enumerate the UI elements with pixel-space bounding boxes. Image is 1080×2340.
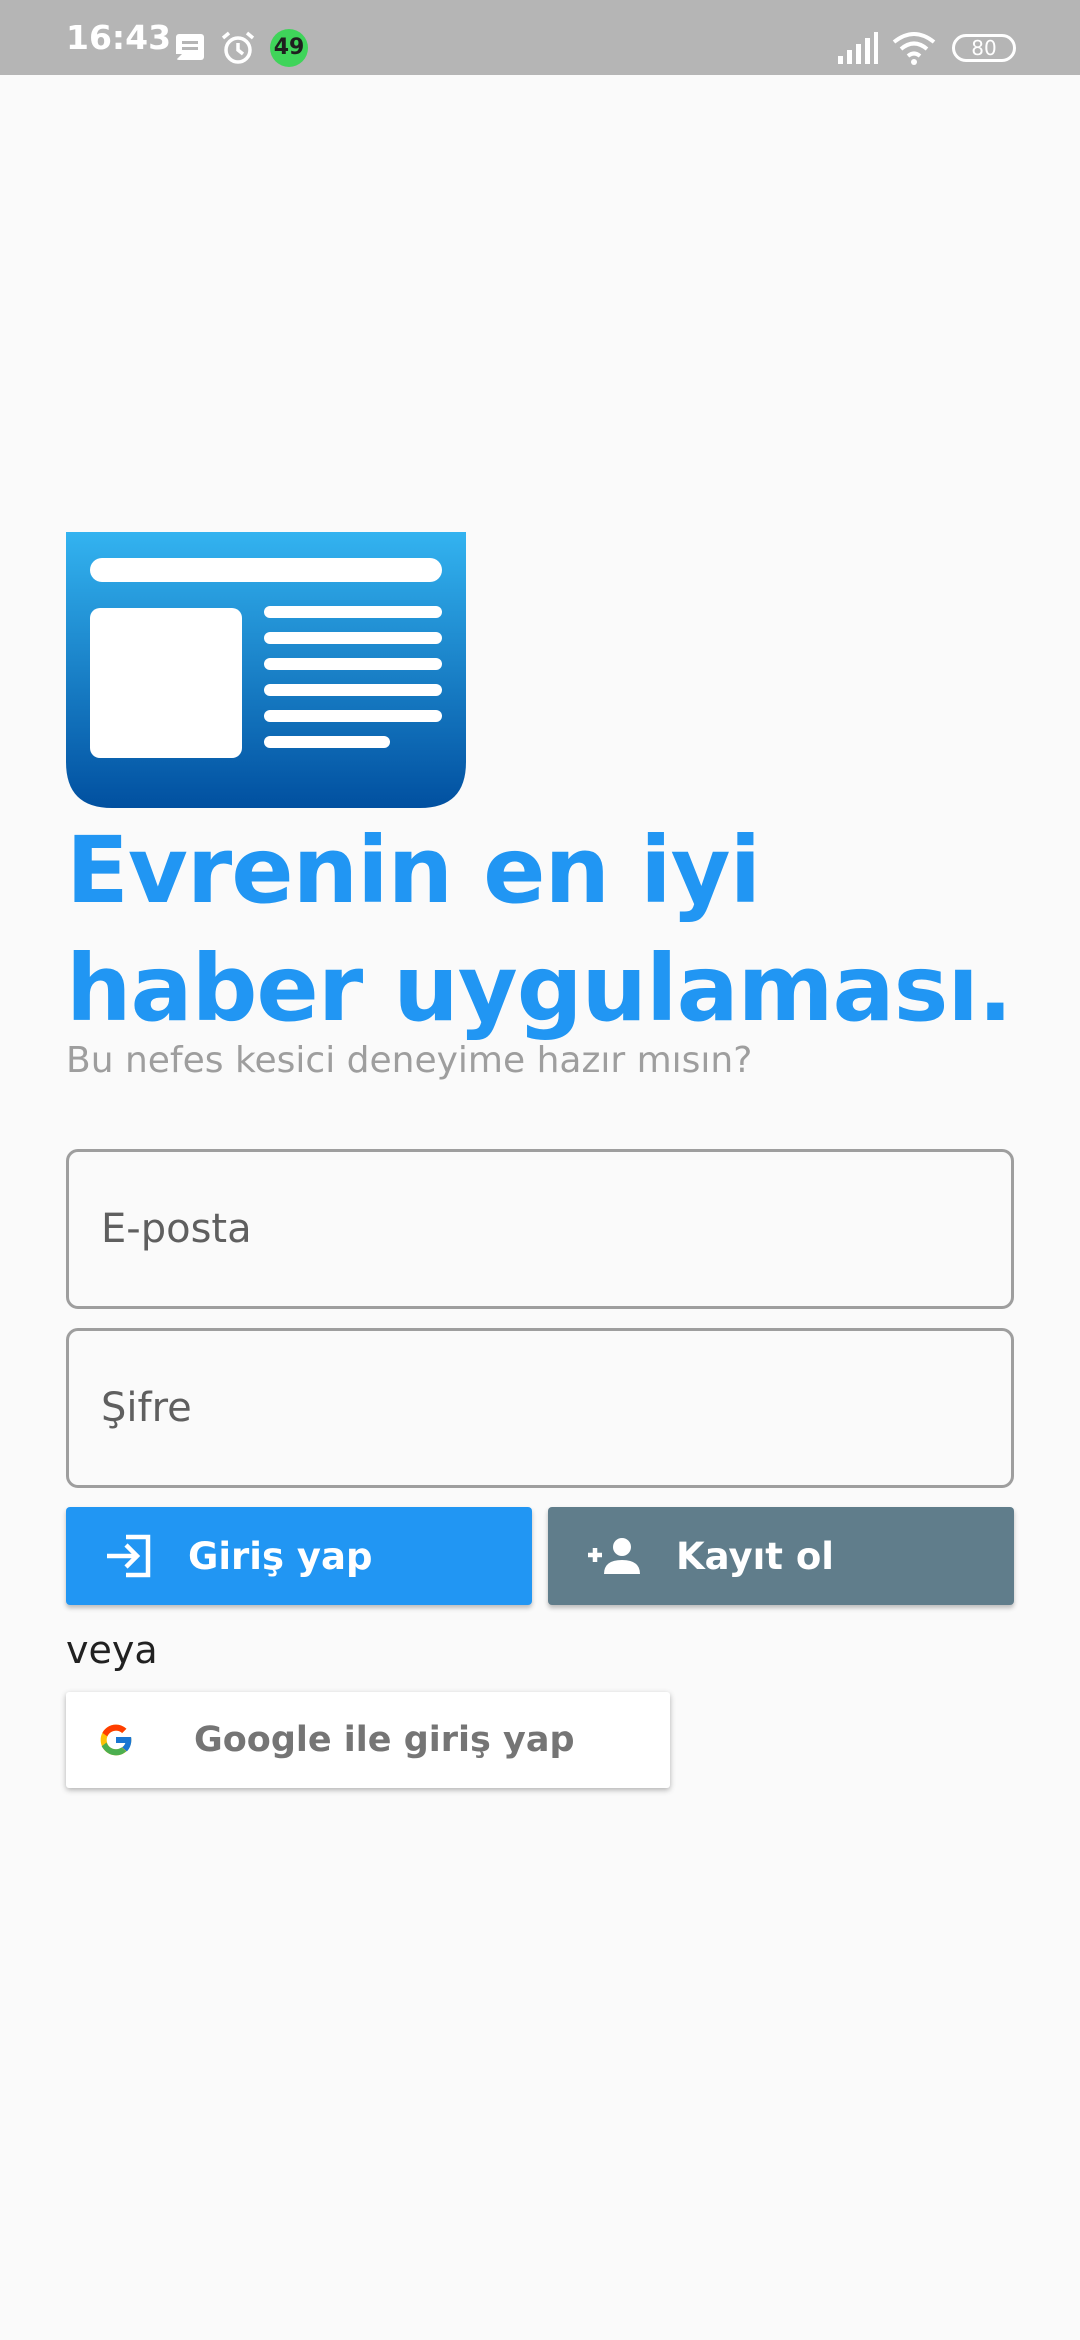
password-field[interactable]: Şifre: [66, 1328, 1014, 1488]
register-button[interactable]: Kayıt ol: [548, 1507, 1014, 1605]
notification-badge: 49: [270, 29, 308, 67]
status-bar: 16:43 49 80: [0, 0, 1080, 75]
login-button[interactable]: Giriş yap: [66, 1507, 532, 1605]
subtitle: Bu nefes kesici deneyime hazır mısın?: [66, 1040, 753, 1081]
status-time: 16:43: [66, 18, 172, 57]
wifi-icon: [892, 30, 936, 71]
register-label: Kayıt ol: [676, 1534, 834, 1578]
google-icon: [100, 1724, 133, 1756]
page-title: Evrenin en iyi haber uygulaması.: [66, 817, 1013, 1042]
email-field[interactable]: E-posta: [66, 1149, 1014, 1309]
login-icon: [107, 1534, 151, 1578]
google-label: Google ile giriş yap: [194, 1720, 575, 1760]
password-placeholder: Şifre: [101, 1385, 192, 1431]
signal-icon: [836, 30, 878, 71]
google-signin-button[interactable]: Google ile giriş yap: [66, 1692, 670, 1788]
email-placeholder: E-posta: [101, 1206, 252, 1252]
or-label: veya: [66, 1628, 158, 1672]
alarm-icon: [220, 30, 256, 71]
login-label: Giriş yap: [188, 1534, 373, 1578]
newspaper-icon: [66, 532, 466, 808]
battery-icon: 80: [952, 34, 1016, 62]
person-add-icon: [588, 1538, 640, 1574]
message-icon: [174, 32, 206, 67]
